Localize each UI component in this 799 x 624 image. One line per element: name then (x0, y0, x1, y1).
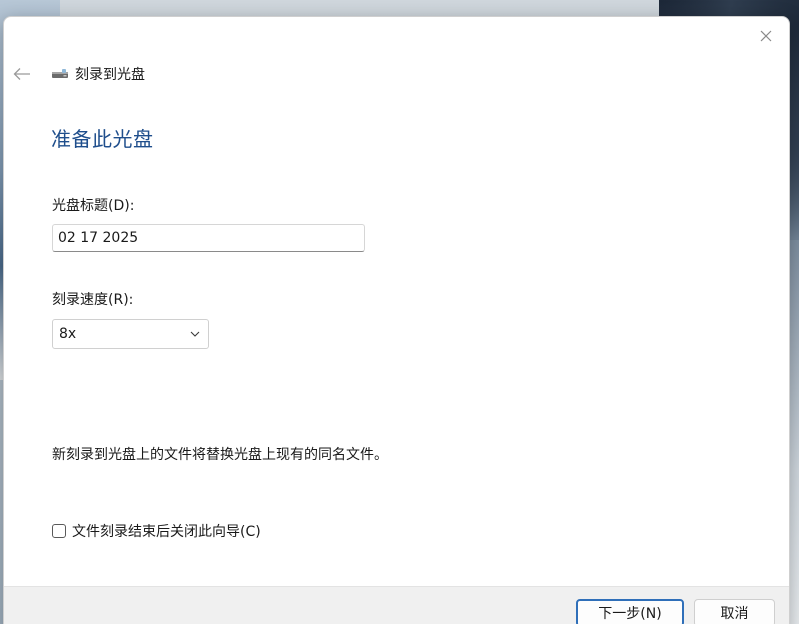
burn-to-disc-dialog: 刻录到光盘 准备此光盘 光盘标题(D): 刻录速度(R): 8x 新刻录到光盘上… (3, 16, 790, 624)
back-arrow-icon (13, 68, 30, 80)
close-button[interactable] (755, 25, 777, 47)
cancel-button[interactable]: 取消 (694, 599, 775, 624)
window-title: 刻录到光盘 (75, 67, 145, 83)
optical-drive-icon (52, 69, 68, 78)
back-button[interactable] (10, 63, 34, 85)
disc-title-input[interactable] (52, 224, 365, 252)
close-wizard-checkbox[interactable] (52, 524, 66, 538)
page-heading: 准备此光盘 (51, 127, 154, 151)
disc-title-label: 光盘标题(D): (52, 198, 135, 214)
window-title-bar: 刻录到光盘 (51, 64, 145, 84)
next-button[interactable]: 下一步(N) (576, 599, 684, 624)
chevron-down-icon (190, 331, 200, 337)
dialog-footer: 下一步(N) 取消 (4, 586, 789, 624)
burn-speed-label: 刻录速度(R): (52, 292, 134, 308)
close-wizard-option[interactable]: 文件刻录结束后关闭此向导(C) (52, 521, 261, 541)
close-icon (760, 30, 772, 42)
overwrite-notice: 新刻录到光盘上的文件将替换光盘上现有的同名文件。 (52, 447, 388, 463)
close-wizard-label: 文件刻录结束后关闭此向导(C) (72, 524, 261, 540)
burn-speed-select[interactable]: 8x (52, 319, 209, 349)
burn-speed-value: 8x (59, 326, 77, 342)
